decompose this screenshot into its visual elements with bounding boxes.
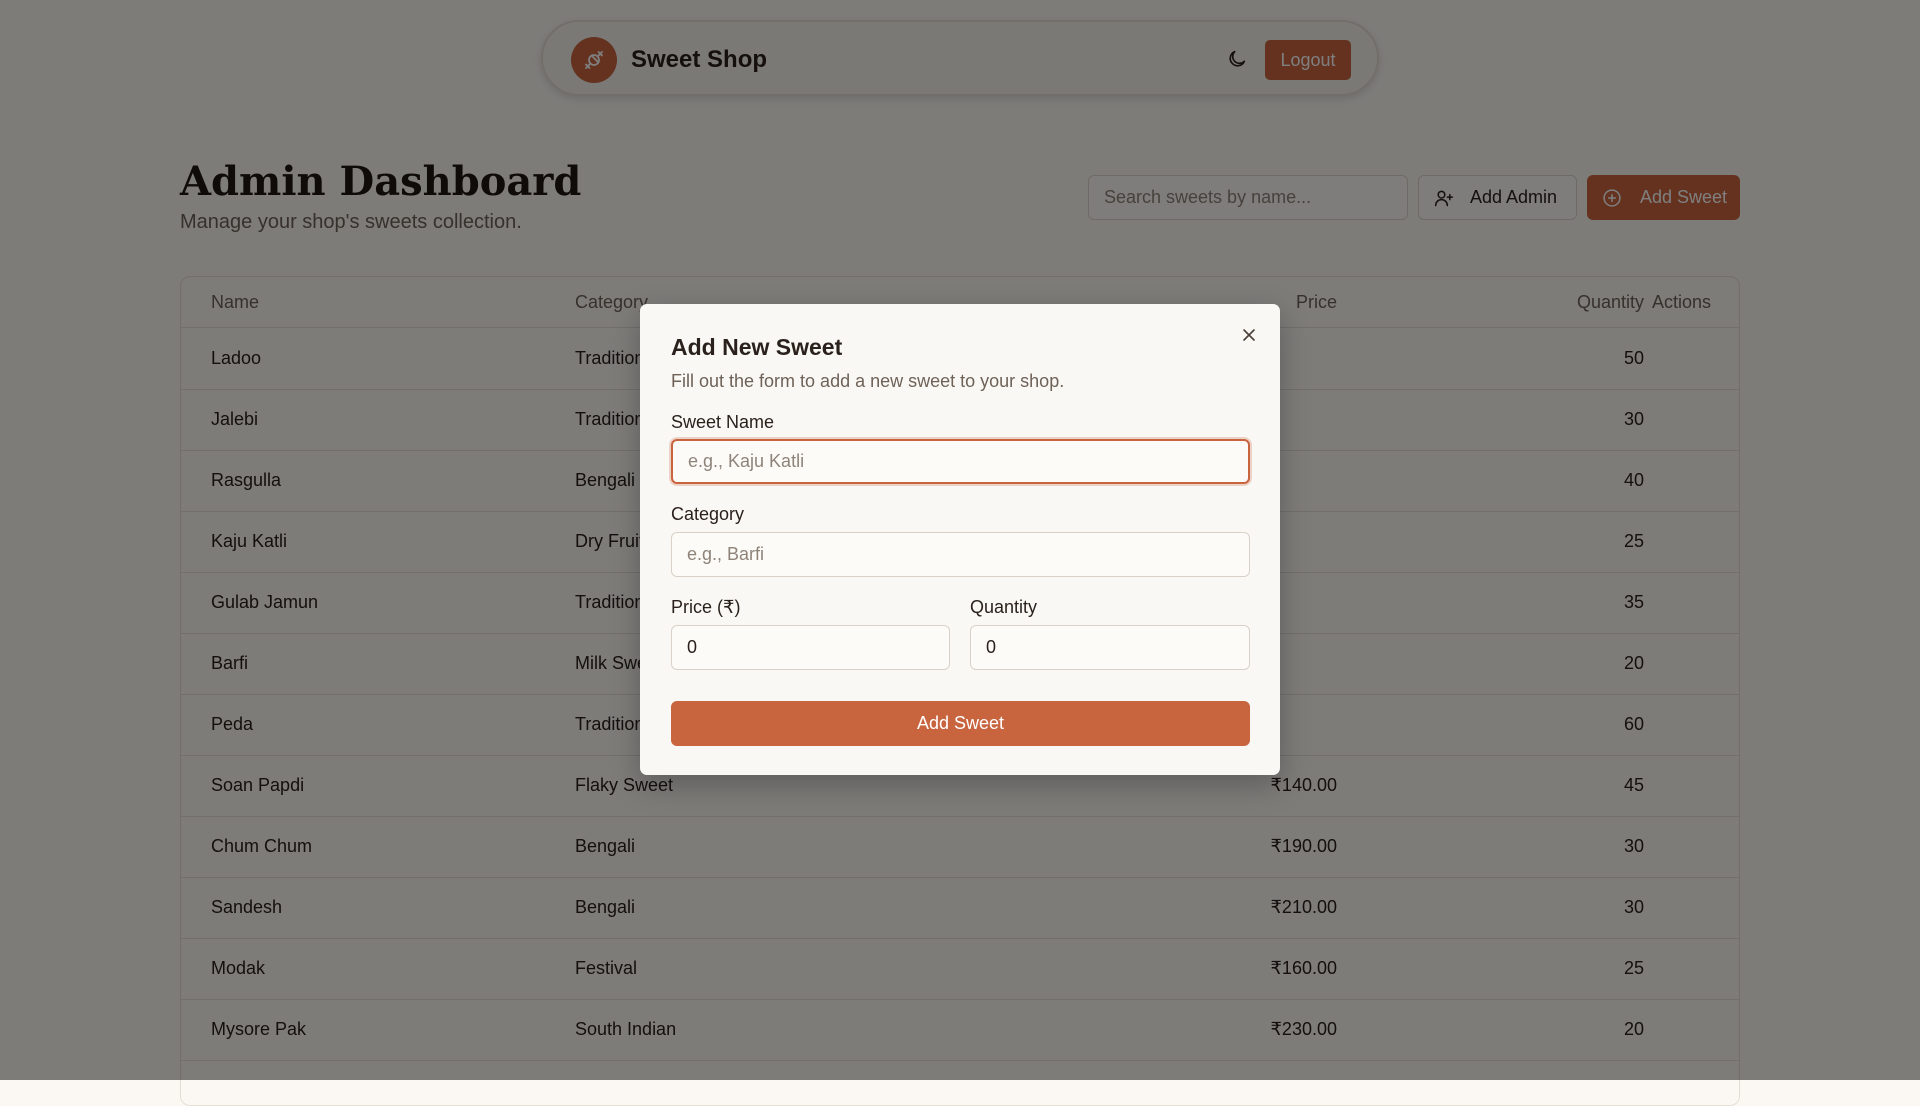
category-label: Category (671, 504, 745, 524)
dialog-description: Fill out the form to add a new sweet to … (671, 371, 1065, 391)
submit-add-sweet-button[interactable]: Add Sweet (671, 701, 1250, 746)
sweet-name-input[interactable] (671, 439, 1250, 484)
close-icon[interactable] (1240, 326, 1258, 344)
price-label: Price (₹) (671, 597, 741, 617)
quantity-label: Quantity (970, 597, 1038, 617)
dialog-title: Add New Sweet (671, 334, 843, 360)
price-input[interactable] (671, 625, 950, 670)
add-sweet-dialog: Add New Sweet Fill out the form to add a… (640, 304, 1280, 775)
quantity-input[interactable] (970, 625, 1250, 670)
category-input[interactable] (671, 532, 1250, 577)
sweet-name-label: Sweet Name (671, 412, 775, 432)
